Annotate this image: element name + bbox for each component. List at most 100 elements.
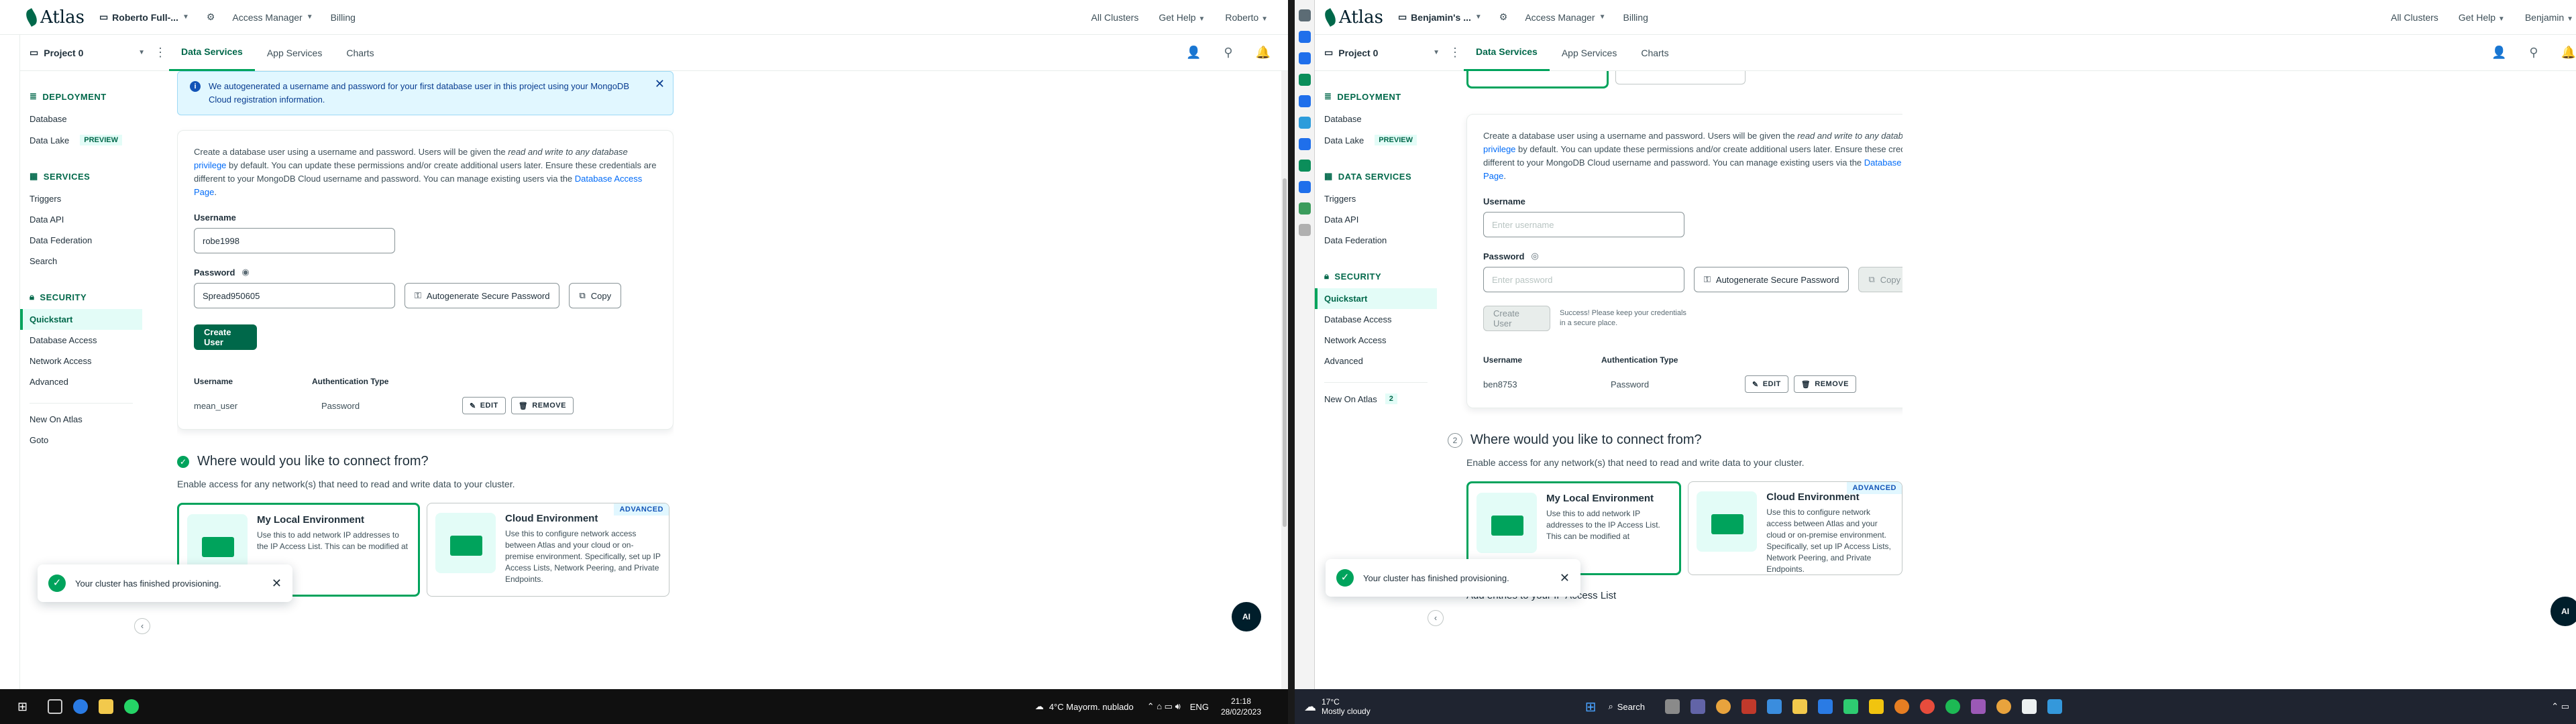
username-input[interactable]: robe1998 <box>194 228 395 253</box>
search-icon[interactable] <box>1299 9 1311 21</box>
clock[interactable]: 21:18 28/02/2023 <box>1221 696 1261 717</box>
sidebar-item-network-access[interactable]: Network Access <box>20 351 142 371</box>
firefox-icon[interactable] <box>1894 699 1909 714</box>
weather-widget[interactable]: ☁ 4°C Mayorm. nublado <box>1035 701 1134 712</box>
tab-charts[interactable]: Charts <box>334 35 386 71</box>
language-indicator[interactable]: ENG <box>1190 702 1209 712</box>
remove-button[interactable]: 🗑︎ REMOVE <box>511 397 574 414</box>
sidebar-item-advanced[interactable]: Advanced <box>1315 351 1437 371</box>
auth-option-certificate[interactable] <box>1615 71 1746 84</box>
sidebar-item-data-federation[interactable]: Data Federation <box>1315 230 1437 251</box>
sidebar-item-data-federation[interactable]: Data Federation <box>20 230 142 251</box>
more-options-icon[interactable]: ⋮ <box>154 46 169 60</box>
tab-app-services[interactable]: App Services <box>1550 35 1629 71</box>
vscode-icon[interactable] <box>1766 699 1782 714</box>
activity-icon[interactable]: ⚲ <box>2529 46 2538 60</box>
tab-data-services[interactable]: Data Services <box>169 35 255 71</box>
extension-icon[interactable] <box>1299 74 1311 86</box>
assistant-button[interactable]: AI <box>2551 597 2576 626</box>
sidebar-item-database-access[interactable]: Database Access <box>20 330 142 351</box>
task-view-icon[interactable] <box>1664 699 1680 714</box>
password-input[interactable]: Spread950605 <box>194 283 395 308</box>
privilege-link[interactable]: privilege <box>1483 144 1515 154</box>
sidebar-item-data-api[interactable]: Data API <box>1315 209 1437 230</box>
collapse-sidebar-button[interactable]: ‹ <box>134 618 150 634</box>
tab-app-services[interactable]: App Services <box>255 35 334 71</box>
teams-icon[interactable] <box>1690 699 1705 714</box>
notepad-icon[interactable] <box>2021 699 2037 714</box>
task-view-icon[interactable] <box>48 699 63 714</box>
extension-icon[interactable] <box>1299 95 1311 107</box>
close-icon[interactable]: ✕ <box>272 577 282 591</box>
sidebar-item-quickstart[interactable]: Quickstart <box>1315 288 1437 309</box>
sidebar-item-triggers[interactable]: Triggers <box>1315 188 1437 209</box>
autogenerate-password-button[interactable]: ⚿ Autogenerate Secure Password <box>1694 267 1849 292</box>
password-input[interactable]: Enter password <box>1483 267 1684 292</box>
app-icon[interactable] <box>2047 699 2062 714</box>
spotify-icon[interactable] <box>1945 699 1960 714</box>
sidebar-item-database-access[interactable]: Database Access <box>1315 309 1437 330</box>
close-icon[interactable]: ✕ <box>1560 571 1570 585</box>
user-menu[interactable]: Roberto ▼ <box>1225 12 1268 23</box>
sidebar-item-new-on-atlas[interactable]: New On Atlas 2 <box>1315 388 1437 410</box>
windows-start-icon[interactable]: ⊞ <box>17 700 28 714</box>
invite-user-icon[interactable]: 👤 <box>1186 46 1201 60</box>
close-icon[interactable]: ✕ <box>655 77 665 90</box>
outlook-icon[interactable] <box>1817 699 1833 714</box>
all-clusters-link[interactable]: All Clusters <box>1091 12 1139 23</box>
whatsapp-icon[interactable] <box>124 699 140 714</box>
scrollbar[interactable] <box>1281 71 1288 689</box>
remove-button[interactable]: 🗑︎ REMOVE <box>1793 375 1856 393</box>
extension-icon[interactable] <box>1299 181 1311 193</box>
assistant-button[interactable]: AI <box>1232 602 1261 631</box>
app-icon[interactable] <box>1868 699 1884 714</box>
more-options-icon[interactable]: ⋮ <box>1449 46 1464 60</box>
bell-icon[interactable]: 🔔 <box>1256 46 1271 60</box>
user-menu[interactable]: Benjamin ▼ <box>2525 12 2573 23</box>
get-help-menu[interactable]: Get Help ▼ <box>1159 12 1205 23</box>
project-selector[interactable]: ▭ Project 0 ▼ <box>20 47 154 58</box>
sidebar-item-data-api[interactable]: Data API <box>20 209 142 230</box>
auth-option-password[interactable] <box>1466 71 1609 88</box>
extension-icon[interactable] <box>1299 31 1311 43</box>
eye-slash-icon[interactable]: ◎ <box>1531 251 1538 261</box>
sidebar-item-search[interactable]: Search <box>20 251 142 272</box>
cloud-environment-option[interactable]: ADVANCED Cloud Environment Use this to co… <box>1688 481 1902 575</box>
app-icon[interactable] <box>1919 699 1935 714</box>
excel-icon[interactable] <box>1843 699 1858 714</box>
sidebar-item-database[interactable]: Database <box>20 109 142 129</box>
app-icon[interactable] <box>1970 699 1986 714</box>
autogenerate-password-button[interactable]: ⚿ Autogenerate Secure Password <box>405 283 560 308</box>
tray-icons[interactable]: ⌃ ⌂ ▭ 🔊︎ <box>1147 701 1181 712</box>
username-input[interactable]: Enter username <box>1483 212 1684 237</box>
edit-button[interactable]: ✎ EDIT <box>462 397 506 414</box>
app-icon[interactable] <box>1741 699 1756 714</box>
sidebar-item-advanced[interactable]: Advanced <box>20 371 142 392</box>
scrollbar-thumb[interactable] <box>1283 178 1287 527</box>
sidebar-item-quickstart[interactable]: Quickstart <box>20 309 142 330</box>
sidebar-item-database[interactable]: Database <box>1315 109 1437 129</box>
taskbar-search[interactable]: ⌕ Search <box>1608 701 1644 712</box>
access-manager-menu[interactable]: Access Manager ▼ <box>1525 12 1605 23</box>
collapse-sidebar-button[interactable]: ‹ <box>1428 610 1444 626</box>
tray-icons[interactable]: ⌃ ▭ <box>2551 701 2569 712</box>
get-help-menu[interactable]: Get Help ▼ <box>2459 12 2505 23</box>
chrome-icon[interactable] <box>1715 699 1731 714</box>
extension-icon[interactable] <box>1299 160 1311 172</box>
weather-widget[interactable]: ☁ 17°C Mostly cloudy <box>1304 697 1371 716</box>
copy-button[interactable]: ⧉ Copy <box>1858 267 1902 292</box>
extension-icon[interactable] <box>1299 117 1311 129</box>
extension-icon[interactable] <box>1299 202 1311 215</box>
project-selector[interactable]: ▭ Project 0 ▼ <box>1315 47 1449 58</box>
org-selector[interactable]: ▭ Roberto Full-... ▼ <box>99 11 189 23</box>
access-manager-menu[interactable]: Access Manager ▼ <box>232 12 313 23</box>
org-selector[interactable]: ▭ Benjamin's ... ▼ <box>1398 11 1482 23</box>
windows-start-icon[interactable]: ⊞ <box>1585 699 1597 715</box>
edge-browser-icon[interactable] <box>73 699 89 714</box>
bell-icon[interactable]: 🔔 <box>2561 46 2576 60</box>
create-user-button[interactable]: Create User <box>1483 306 1550 331</box>
privilege-link[interactable]: privilege <box>194 160 226 170</box>
chrome-icon[interactable] <box>1996 699 2011 714</box>
sidebar-item-data-lake[interactable]: Data Lake PREVIEW <box>1315 129 1437 151</box>
cloud-environment-option[interactable]: ADVANCED Cloud Environment Use this to co… <box>427 503 669 597</box>
